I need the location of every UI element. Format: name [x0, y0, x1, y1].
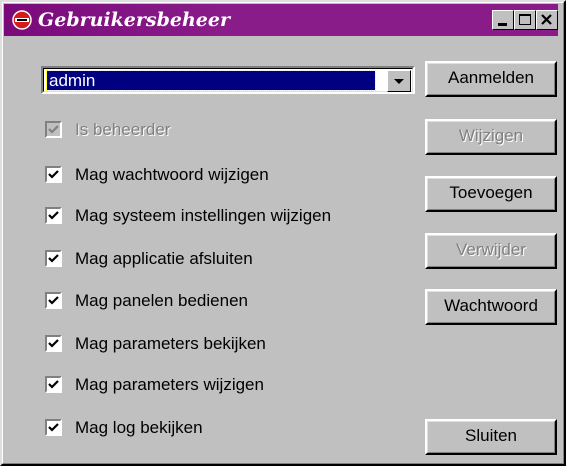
user-select-frame: admin: [43, 68, 413, 92]
button-frame: [427, 421, 555, 453]
change-settings-label[interactable]: Mag systeem instellingen wijzigen: [75, 203, 331, 229]
view-log-label[interactable]: Mag log bekijken: [75, 415, 203, 441]
button-frame: [427, 291, 555, 323]
change-settings-checkbox[interactable]: [45, 207, 62, 224]
view-parameters-label[interactable]: Mag parameters bekijken: [75, 331, 266, 357]
checkmark-icon: [48, 339, 59, 348]
checkmark-icon: [48, 423, 59, 432]
maximize-icon: [519, 14, 531, 25]
close-app-checkbox[interactable]: [45, 250, 62, 267]
dropdown-button[interactable]: [387, 70, 411, 92]
checkmark-icon: [48, 380, 59, 389]
change-parameters-label[interactable]: Mag parameters wijzigen: [75, 372, 264, 398]
chevron-down-icon: [394, 79, 404, 84]
view-parameters-checkbox[interactable]: [45, 335, 62, 352]
remove-button[interactable]: Verwijder: [425, 233, 557, 269]
checkmark-icon: [48, 296, 59, 305]
change-password-checkbox[interactable]: [45, 166, 62, 183]
change-parameters-checkbox[interactable]: [45, 376, 62, 393]
edit-button[interactable]: Wijzigen: [425, 119, 557, 155]
is-admin-checkbox: [45, 121, 62, 138]
view-log-checkbox[interactable]: [45, 419, 62, 436]
user-select[interactable]: admin: [41, 66, 415, 94]
button-frame: [427, 63, 555, 95]
change-password-label[interactable]: Mag wachtwoord wijzigen: [75, 162, 269, 188]
checkmark-icon: [48, 211, 59, 220]
operate-panels-label[interactable]: Mag panelen bedienen: [75, 288, 248, 314]
button-frame: [427, 121, 555, 153]
button-frame: [427, 178, 555, 210]
checkmark-icon: [48, 254, 59, 263]
close-window-button[interactable]: [536, 10, 558, 30]
minimize-button[interactable]: [492, 10, 514, 30]
button-frame: [427, 235, 555, 267]
user-management-window: Gebruikersbeheer admin Is beheerder Mag …: [0, 0, 566, 466]
app-icon: [12, 10, 32, 30]
close-icon: [541, 14, 552, 25]
title-bar[interactable]: Gebruikersbeheer: [4, 4, 558, 36]
close-app-label[interactable]: Mag applicatie afsluiten: [75, 246, 253, 272]
close-button[interactable]: Sluiten: [425, 419, 557, 455]
password-button[interactable]: Wachtwoord: [425, 289, 557, 325]
add-button[interactable]: Toevoegen: [425, 176, 557, 212]
is-admin-label: Is beheerder: [75, 120, 171, 139]
checkmark-icon: [48, 125, 59, 134]
maximize-button[interactable]: [514, 10, 536, 30]
minimize-icon: [498, 23, 507, 26]
login-button[interactable]: Aanmelden: [425, 61, 557, 97]
operate-panels-checkbox[interactable]: [45, 292, 62, 309]
checkmark-icon: [48, 170, 59, 179]
window-title: Gebruikersbeheer: [38, 9, 230, 31]
user-select-value[interactable]: admin: [46, 70, 376, 91]
